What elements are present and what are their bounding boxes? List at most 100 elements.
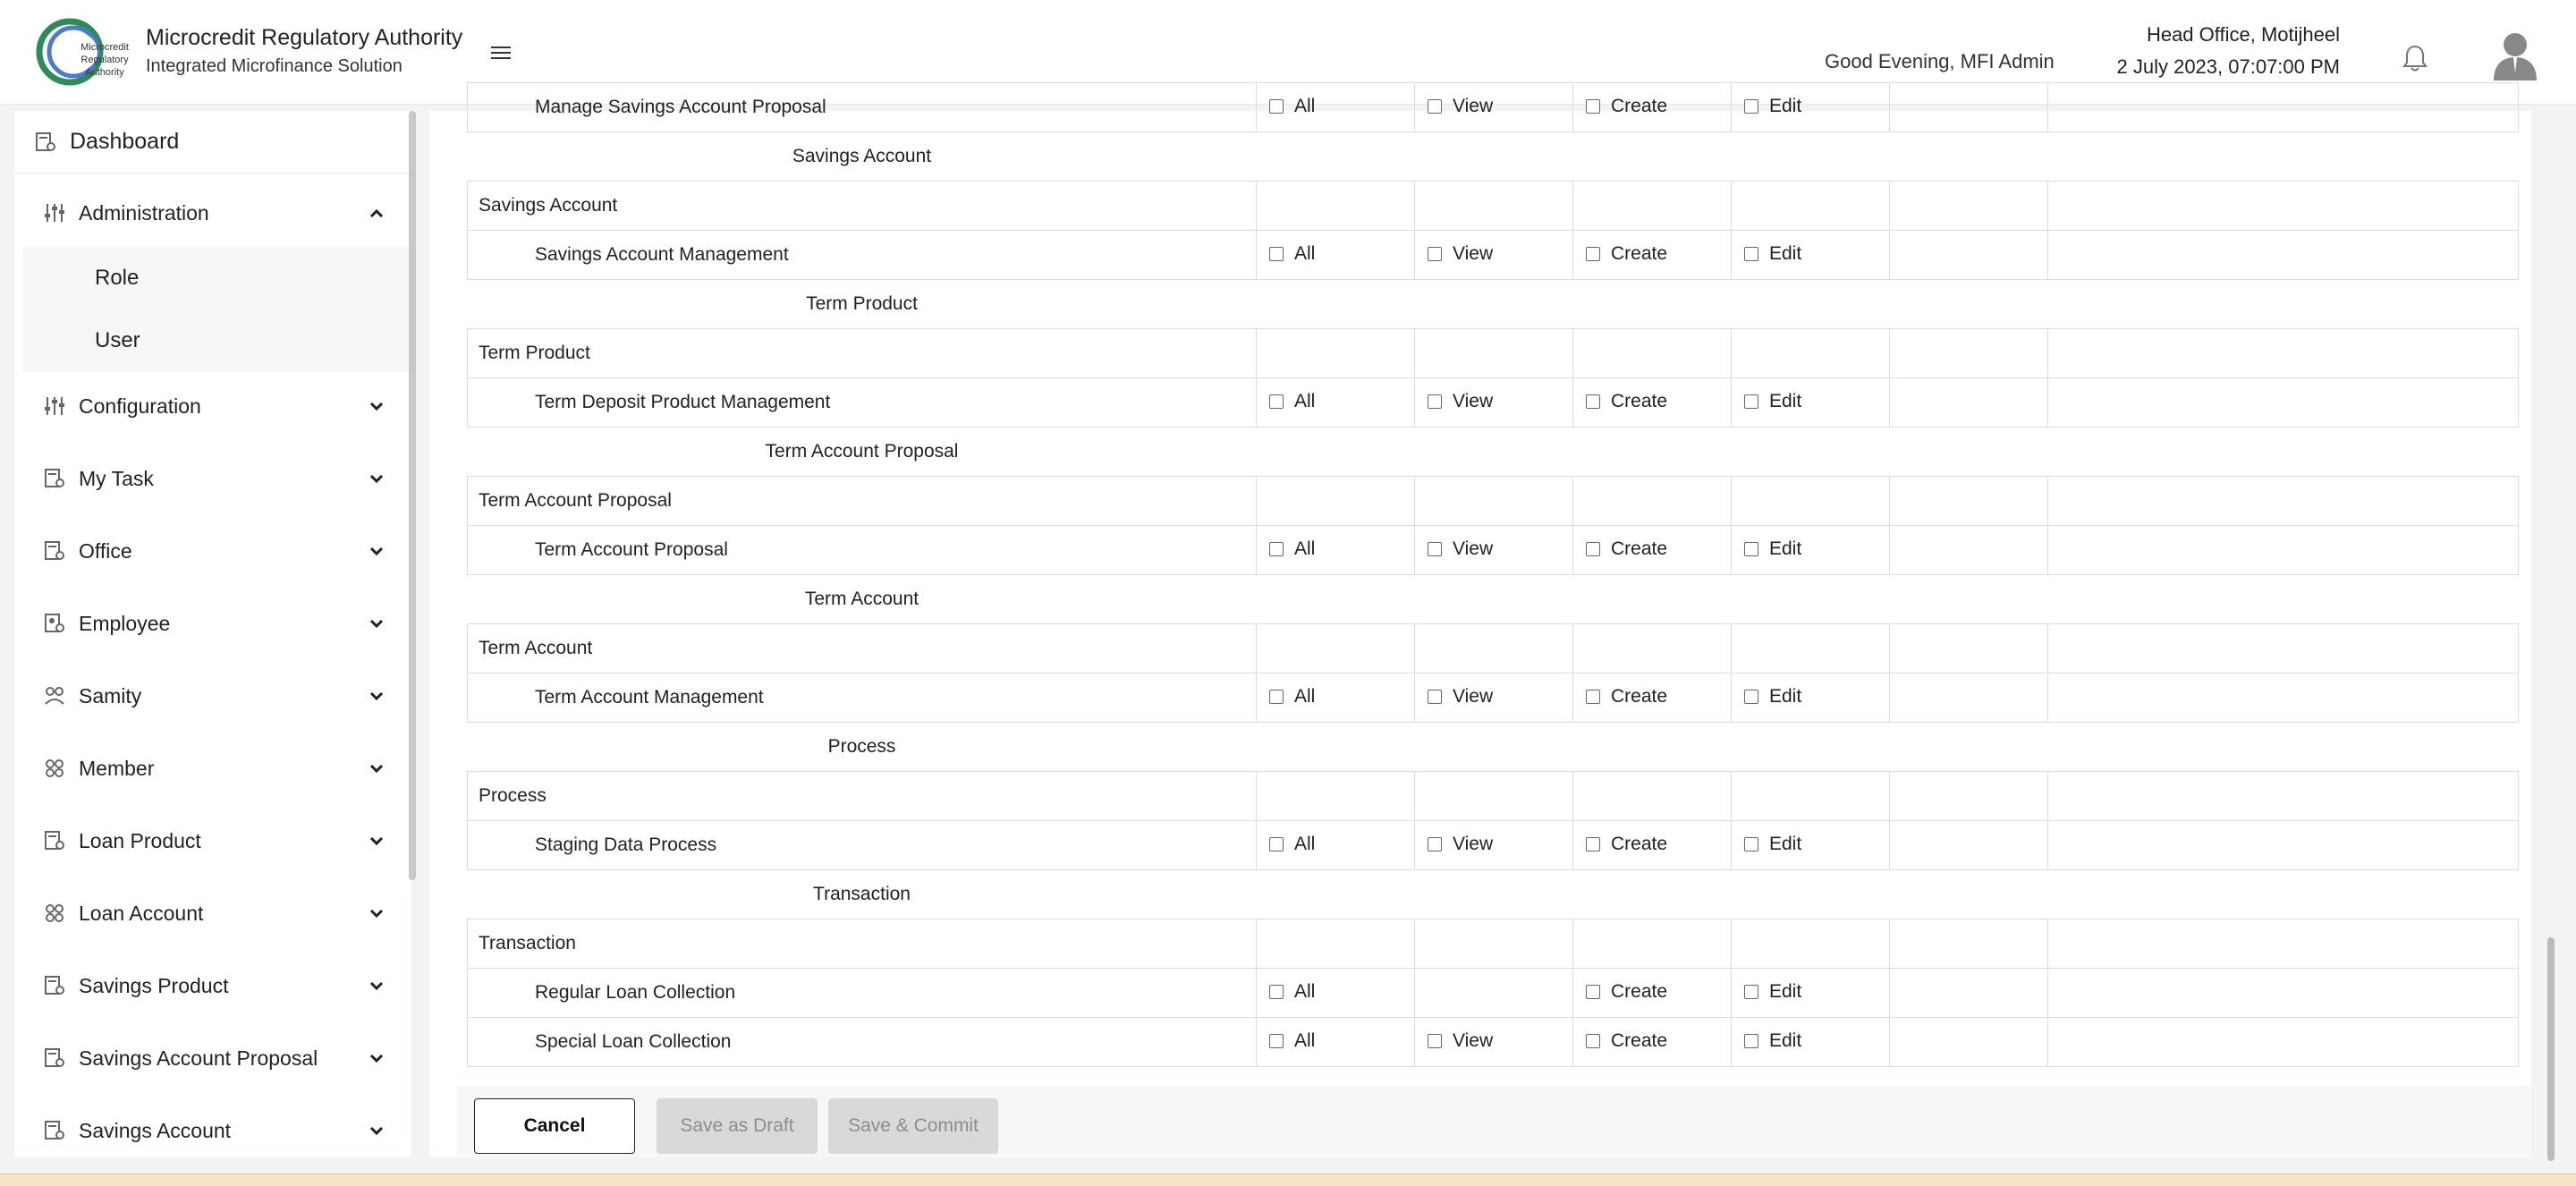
sidebar-item-office[interactable]: Office: [14, 524, 411, 578]
sidebar-item-loan-account[interactable]: Loan Account: [14, 886, 411, 940]
edit-checkbox-label[interactable]: Edit: [1744, 834, 1801, 855]
all-checkbox[interactable]: [1269, 394, 1284, 409]
all-checkbox[interactable]: [1269, 99, 1284, 114]
sidebar-item-my-task[interactable]: My Task: [14, 452, 411, 505]
notification-bell-icon[interactable]: [2401, 43, 2429, 73]
create-checkbox[interactable]: [1586, 1034, 1600, 1048]
section-header-row: Term Account Proposal: [468, 428, 2519, 477]
permission-cell-edit: Edit: [1731, 82, 1890, 132]
permission-name: Term Account Proposal: [467, 476, 1257, 526]
sidebar-item-administration[interactable]: Administration: [14, 186, 411, 240]
main-scrollbar[interactable]: [2547, 937, 2555, 1161]
menu-toggle-icon[interactable]: [491, 47, 511, 61]
edit-checkbox[interactable]: [1744, 394, 1758, 409]
sidebar-item-loan-product[interactable]: Loan Product: [14, 814, 411, 868]
all-checkbox-label[interactable]: All: [1269, 834, 1315, 855]
edit-checkbox[interactable]: [1744, 247, 1758, 261]
all-checkbox[interactable]: [1269, 1034, 1284, 1048]
create-checkbox-label[interactable]: Create: [1586, 1030, 1667, 1052]
edit-checkbox-label[interactable]: Edit: [1744, 686, 1801, 707]
sidebar-item-employee[interactable]: Employee: [14, 597, 411, 650]
view-checkbox-label[interactable]: View: [1428, 686, 1493, 707]
all-checkbox[interactable]: [1269, 837, 1284, 851]
create-checkbox[interactable]: [1586, 99, 1600, 114]
all-checkbox-label[interactable]: All: [1269, 96, 1315, 117]
all-checkbox[interactable]: [1269, 985, 1284, 999]
sidebar-item-savings-product[interactable]: Savings Product: [14, 959, 411, 1012]
save-commit-button[interactable]: Save & Commit: [828, 1098, 998, 1154]
create-checkbox-label[interactable]: Create: [1586, 981, 1667, 1003]
view-checkbox[interactable]: [1428, 1034, 1442, 1048]
edit-checkbox-label[interactable]: Edit: [1744, 1030, 1801, 1052]
create-checkbox-label[interactable]: Create: [1586, 538, 1667, 560]
permission-cell-create: Create: [1572, 968, 1732, 1018]
create-checkbox[interactable]: [1586, 985, 1600, 999]
create-checkbox-label[interactable]: Create: [1586, 834, 1667, 855]
user-avatar-icon[interactable]: [2492, 30, 2538, 80]
section-header-row: Transaction: [468, 870, 2519, 919]
permission-cell-create: Create: [1572, 82, 1732, 132]
edit-checkbox-label[interactable]: Edit: [1744, 243, 1801, 265]
edit-checkbox[interactable]: [1744, 1034, 1758, 1048]
sidebar-item-savings-account-proposal[interactable]: Savings Account Proposal: [14, 1031, 411, 1085]
all-checkbox[interactable]: [1269, 247, 1284, 261]
sidebar-subitem-role[interactable]: Role: [23, 247, 411, 309]
sidebar-subitem-user[interactable]: User: [23, 309, 411, 372]
edit-checkbox-label[interactable]: Edit: [1744, 981, 1801, 1003]
cancel-button[interactable]: Cancel: [474, 1098, 635, 1154]
view-checkbox[interactable]: [1428, 247, 1442, 261]
view-checkbox[interactable]: [1428, 690, 1442, 704]
all-checkbox-label[interactable]: All: [1269, 538, 1315, 560]
permission-cell-empty: [1256, 771, 1415, 821]
edit-checkbox-label[interactable]: Edit: [1744, 96, 1801, 117]
all-checkbox-label[interactable]: All: [1269, 686, 1315, 707]
view-checkbox-label[interactable]: View: [1428, 243, 1493, 265]
save-draft-button[interactable]: Save as Draft: [657, 1098, 818, 1154]
view-checkbox[interactable]: [1428, 542, 1442, 556]
view-checkbox[interactable]: [1428, 99, 1442, 114]
edit-checkbox[interactable]: [1744, 690, 1758, 704]
create-checkbox-label[interactable]: Create: [1586, 391, 1667, 412]
sidebar-item-samity[interactable]: Samity: [14, 669, 411, 723]
chevron-down-icon: [363, 764, 390, 773]
all-checkbox-label[interactable]: All: [1269, 243, 1315, 265]
create-checkbox-label[interactable]: Create: [1586, 686, 1667, 707]
all-checkbox[interactable]: [1269, 690, 1284, 704]
edit-checkbox[interactable]: [1744, 542, 1758, 556]
view-checkbox-label[interactable]: View: [1428, 96, 1493, 117]
create-checkbox-label[interactable]: Create: [1586, 96, 1667, 117]
view-checkbox[interactable]: [1428, 394, 1442, 409]
create-checkbox[interactable]: [1586, 542, 1600, 556]
edit-checkbox[interactable]: [1744, 99, 1758, 114]
edit-checkbox[interactable]: [1744, 837, 1758, 851]
section-header: Term Account: [468, 575, 2519, 624]
sidebar-item-dashboard[interactable]: Dashboard: [14, 111, 411, 174]
edit-checkbox-label[interactable]: Edit: [1744, 391, 1801, 412]
edit-checkbox[interactable]: [1744, 985, 1758, 999]
view-checkbox-label[interactable]: View: [1428, 834, 1493, 855]
view-checkbox[interactable]: [1428, 837, 1442, 851]
logo-text: Microcredit Regulatory Authority: [73, 41, 136, 79]
create-checkbox[interactable]: [1586, 837, 1600, 851]
permission-cell-empty: [1889, 230, 2048, 280]
all-checkbox-label[interactable]: All: [1269, 981, 1315, 1003]
sidebar-scrollbar[interactable]: [409, 111, 416, 880]
sidebar-item-member[interactable]: Member: [14, 741, 411, 795]
sidebar-item-configuration[interactable]: Configuration: [14, 379, 411, 433]
view-checkbox-label[interactable]: View: [1428, 391, 1493, 412]
edit-checkbox-label[interactable]: Edit: [1744, 538, 1801, 560]
create-checkbox-label[interactable]: Create: [1586, 243, 1667, 265]
permission-cell-edit: Edit: [1731, 968, 1890, 1018]
view-checkbox-label[interactable]: View: [1428, 1030, 1493, 1052]
create-checkbox[interactable]: [1586, 247, 1600, 261]
view-checkbox-label[interactable]: View: [1428, 538, 1493, 560]
create-checkbox[interactable]: [1586, 690, 1600, 704]
sidebar: Dashboard Administration Role User Confi…: [14, 111, 411, 1157]
all-checkbox-label[interactable]: All: [1269, 391, 1315, 412]
all-checkbox[interactable]: [1269, 542, 1284, 556]
create-checkbox[interactable]: [1586, 394, 1600, 409]
all-checkbox-label[interactable]: All: [1269, 1030, 1315, 1052]
permission-cell-create: Create: [1572, 525, 1732, 575]
sidebar-item-savings-account[interactable]: Savings Account: [14, 1104, 411, 1157]
chevron-down-icon: [363, 981, 390, 990]
